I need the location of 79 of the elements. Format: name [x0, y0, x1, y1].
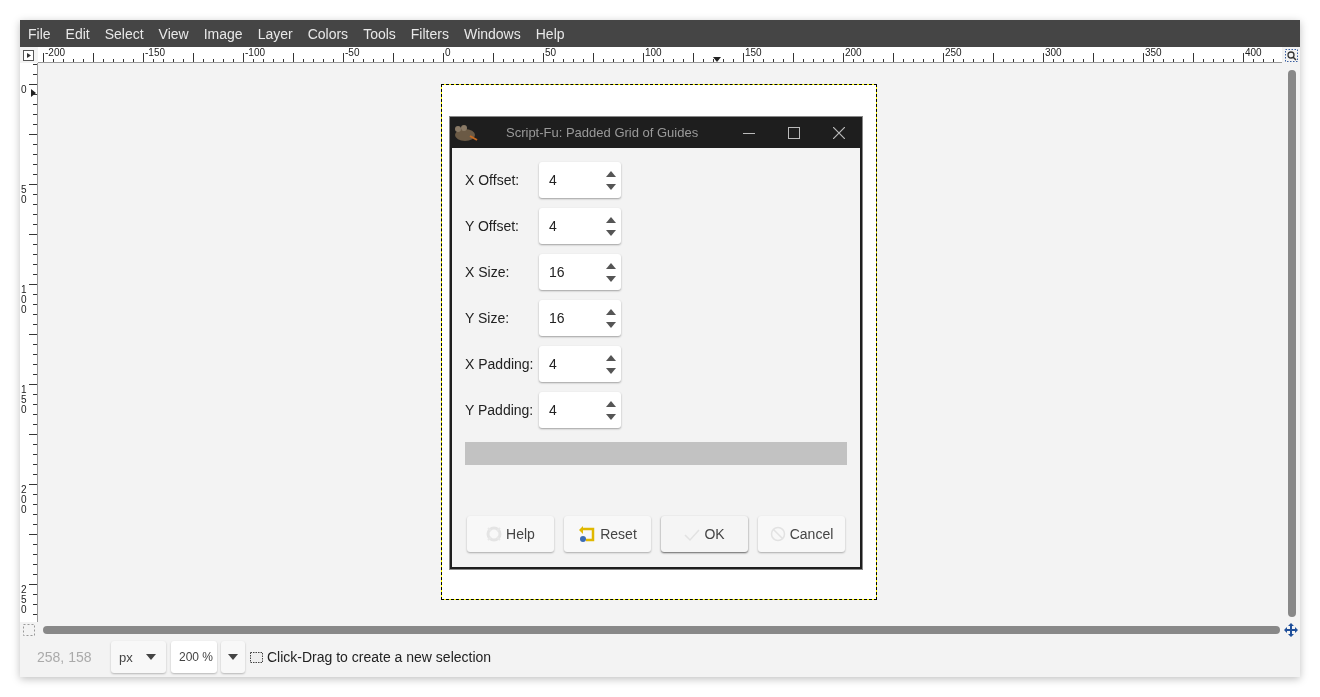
decrement-icon[interactable] — [606, 321, 616, 328]
increment-icon[interactable] — [606, 170, 616, 177]
close-icon[interactable] — [833, 126, 845, 139]
reset-icon — [578, 525, 597, 543]
increment-icon[interactable] — [606, 262, 616, 269]
menu-item[interactable]: Image — [203, 25, 243, 42]
maximize-icon[interactable] — [788, 126, 800, 139]
zoom-field[interactable]: 200 % — [171, 641, 217, 673]
pointer-coordinates: 258, 158 — [37, 649, 93, 665]
field-label: Y Size: — [465, 310, 511, 326]
unit-dropdown[interactable]: px — [111, 641, 166, 673]
menu-item[interactable]: Select — [104, 25, 144, 42]
pointer-marker-icon — [31, 89, 36, 97]
spin-field[interactable]: 4 — [539, 162, 621, 198]
ruler-menu-icon[interactable] — [23, 49, 35, 61]
decrement-icon[interactable] — [606, 229, 616, 236]
field-label: X Padding: — [465, 356, 535, 372]
ruler-label: 150 — [745, 47, 762, 58]
ruler-label: 0 — [21, 85, 28, 95]
menu-item[interactable]: Colors — [307, 25, 349, 42]
field-label: X Size: — [465, 264, 511, 280]
field-label: Y Offset: — [465, 218, 520, 234]
menu-item[interactable]: Layer — [257, 25, 293, 42]
caret-icon — [146, 654, 156, 660]
caret-icon — [228, 654, 238, 660]
dialog-button[interactable]: Help — [467, 516, 554, 552]
ruler-label: 100 — [21, 285, 28, 315]
vertical-scrollbar[interactable] — [1287, 70, 1296, 617]
ruler-label: -100 — [245, 47, 265, 58]
dialog-button[interactable]: Cancel — [758, 516, 845, 552]
increment-icon[interactable] — [606, 400, 616, 407]
zoom-dropdown[interactable] — [221, 641, 245, 673]
ruler-label: 100 — [645, 47, 662, 58]
spin-field[interactable]: 4 — [539, 346, 621, 382]
ruler-label: -50 — [345, 47, 360, 58]
ruler-label: 300 — [1045, 47, 1062, 58]
zoom-icon[interactable] — [1284, 48, 1298, 62]
menu-item[interactable]: Windows — [463, 25, 521, 42]
app-icon — [452, 123, 478, 142]
increment-icon[interactable] — [606, 216, 616, 223]
field-label: X Offset: — [465, 172, 521, 188]
ruler-label: 250 — [945, 47, 962, 58]
pointer-marker-icon — [713, 57, 721, 62]
dialog-button[interactable]: OK — [661, 516, 748, 552]
menu-item[interactable]: Filters — [410, 25, 449, 42]
increment-icon[interactable] — [606, 308, 616, 315]
decrement-icon[interactable] — [606, 413, 616, 420]
rectangle-select-icon — [250, 651, 263, 663]
ruler-label: 400 — [1245, 47, 1262, 58]
ruler-label: 150 — [21, 385, 28, 415]
ruler-label: 200 — [845, 47, 862, 58]
window-title: Script-Fu: Padded Grid of Guides — [506, 125, 700, 140]
dialog-button[interactable]: Reset — [564, 516, 651, 552]
ruler-label: 50 — [545, 47, 557, 58]
field-label: Y Padding: — [465, 402, 535, 418]
ruler-label: -150 — [145, 47, 165, 58]
menu-item[interactable]: Edit — [65, 25, 90, 42]
horizontal-scrollbar[interactable] — [43, 625, 1280, 634]
decrement-icon[interactable] — [606, 367, 616, 374]
menu-item[interactable]: Help — [535, 25, 565, 42]
spin-field[interactable]: 16 — [539, 300, 621, 336]
ruler-label: 200 — [21, 485, 28, 515]
ruler-label: 250 — [21, 585, 28, 615]
status-message: Click-Drag to create a new selection — [267, 649, 492, 665]
navigate-icon[interactable] — [1283, 622, 1298, 637]
decrement-icon[interactable] — [606, 183, 616, 190]
increment-icon[interactable] — [606, 354, 616, 361]
ruler-label: 0 — [445, 47, 451, 58]
spin-field[interactable]: 16 — [539, 254, 621, 290]
quick-mask-icon[interactable] — [23, 623, 35, 636]
menu-item[interactable]: Tools — [363, 25, 396, 42]
ruler-label: 50 — [21, 185, 28, 205]
decrement-icon[interactable] — [606, 275, 616, 282]
menu-item[interactable]: File — [28, 25, 51, 42]
spin-field[interactable]: 4 — [539, 208, 621, 244]
ruler-label: -200 — [45, 47, 65, 58]
spin-field[interactable]: 4 — [539, 392, 621, 428]
menu-item[interactable]: View — [158, 25, 189, 42]
ruler-label: 350 — [1145, 47, 1162, 58]
